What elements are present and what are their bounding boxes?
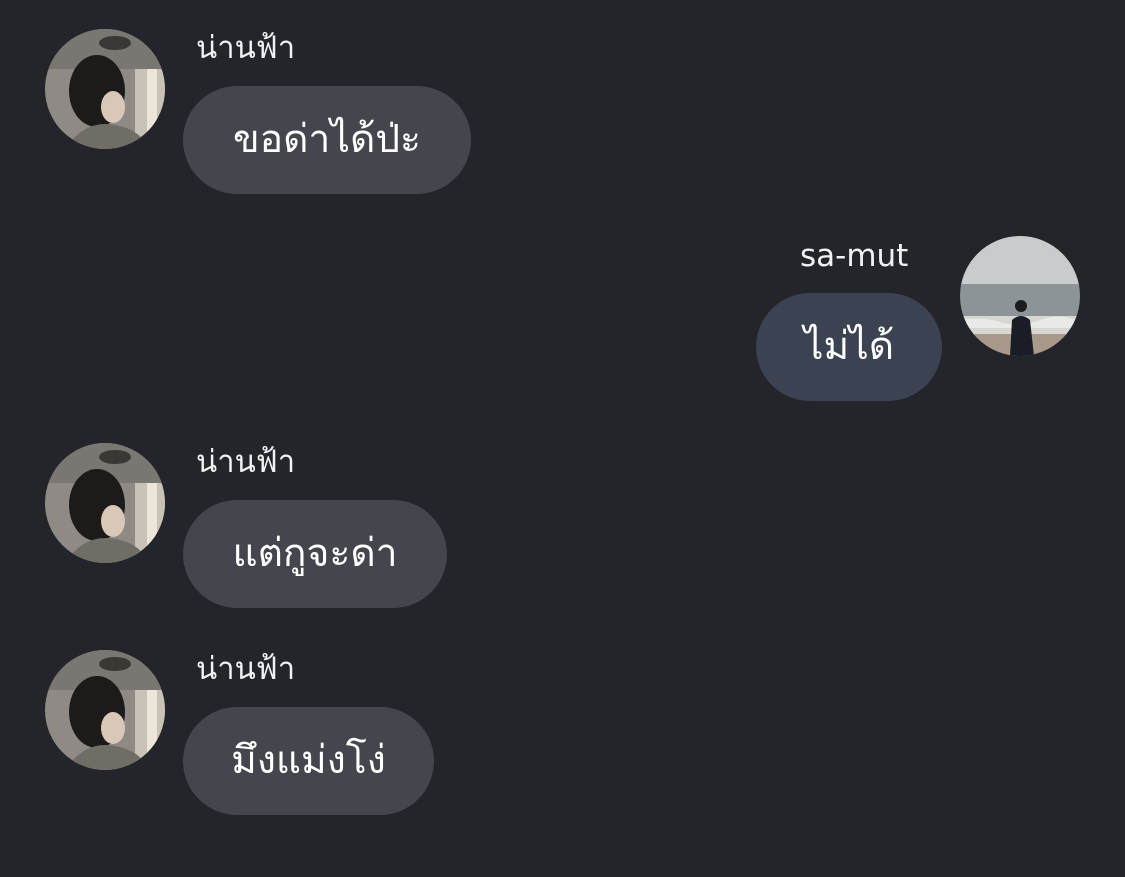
sender-name: sa-mut (800, 238, 909, 274)
message-bubble[interactable]: แต่กูจะด่า (183, 500, 447, 608)
sender-name: น่านฟ้า (196, 30, 296, 66)
girl-portrait-avatar[interactable] (45, 443, 165, 563)
chat-thread: น่านฟ้า ขอด่าได้ป่ะ sa-mut ไม่ได้ น่านฟ้… (0, 0, 1125, 877)
beach-person-avatar[interactable] (960, 236, 1080, 356)
sender-name: น่านฟ้า (196, 651, 296, 687)
message-bubble[interactable]: ไม่ได้ (756, 293, 942, 401)
girl-portrait-avatar[interactable] (45, 29, 165, 149)
girl-portrait-avatar[interactable] (45, 650, 165, 770)
message-bubble[interactable]: ขอด่าได้ป่ะ (183, 86, 471, 194)
message-bubble[interactable]: มึงแม่งโง่ (183, 707, 434, 815)
sender-name: น่านฟ้า (196, 444, 296, 480)
